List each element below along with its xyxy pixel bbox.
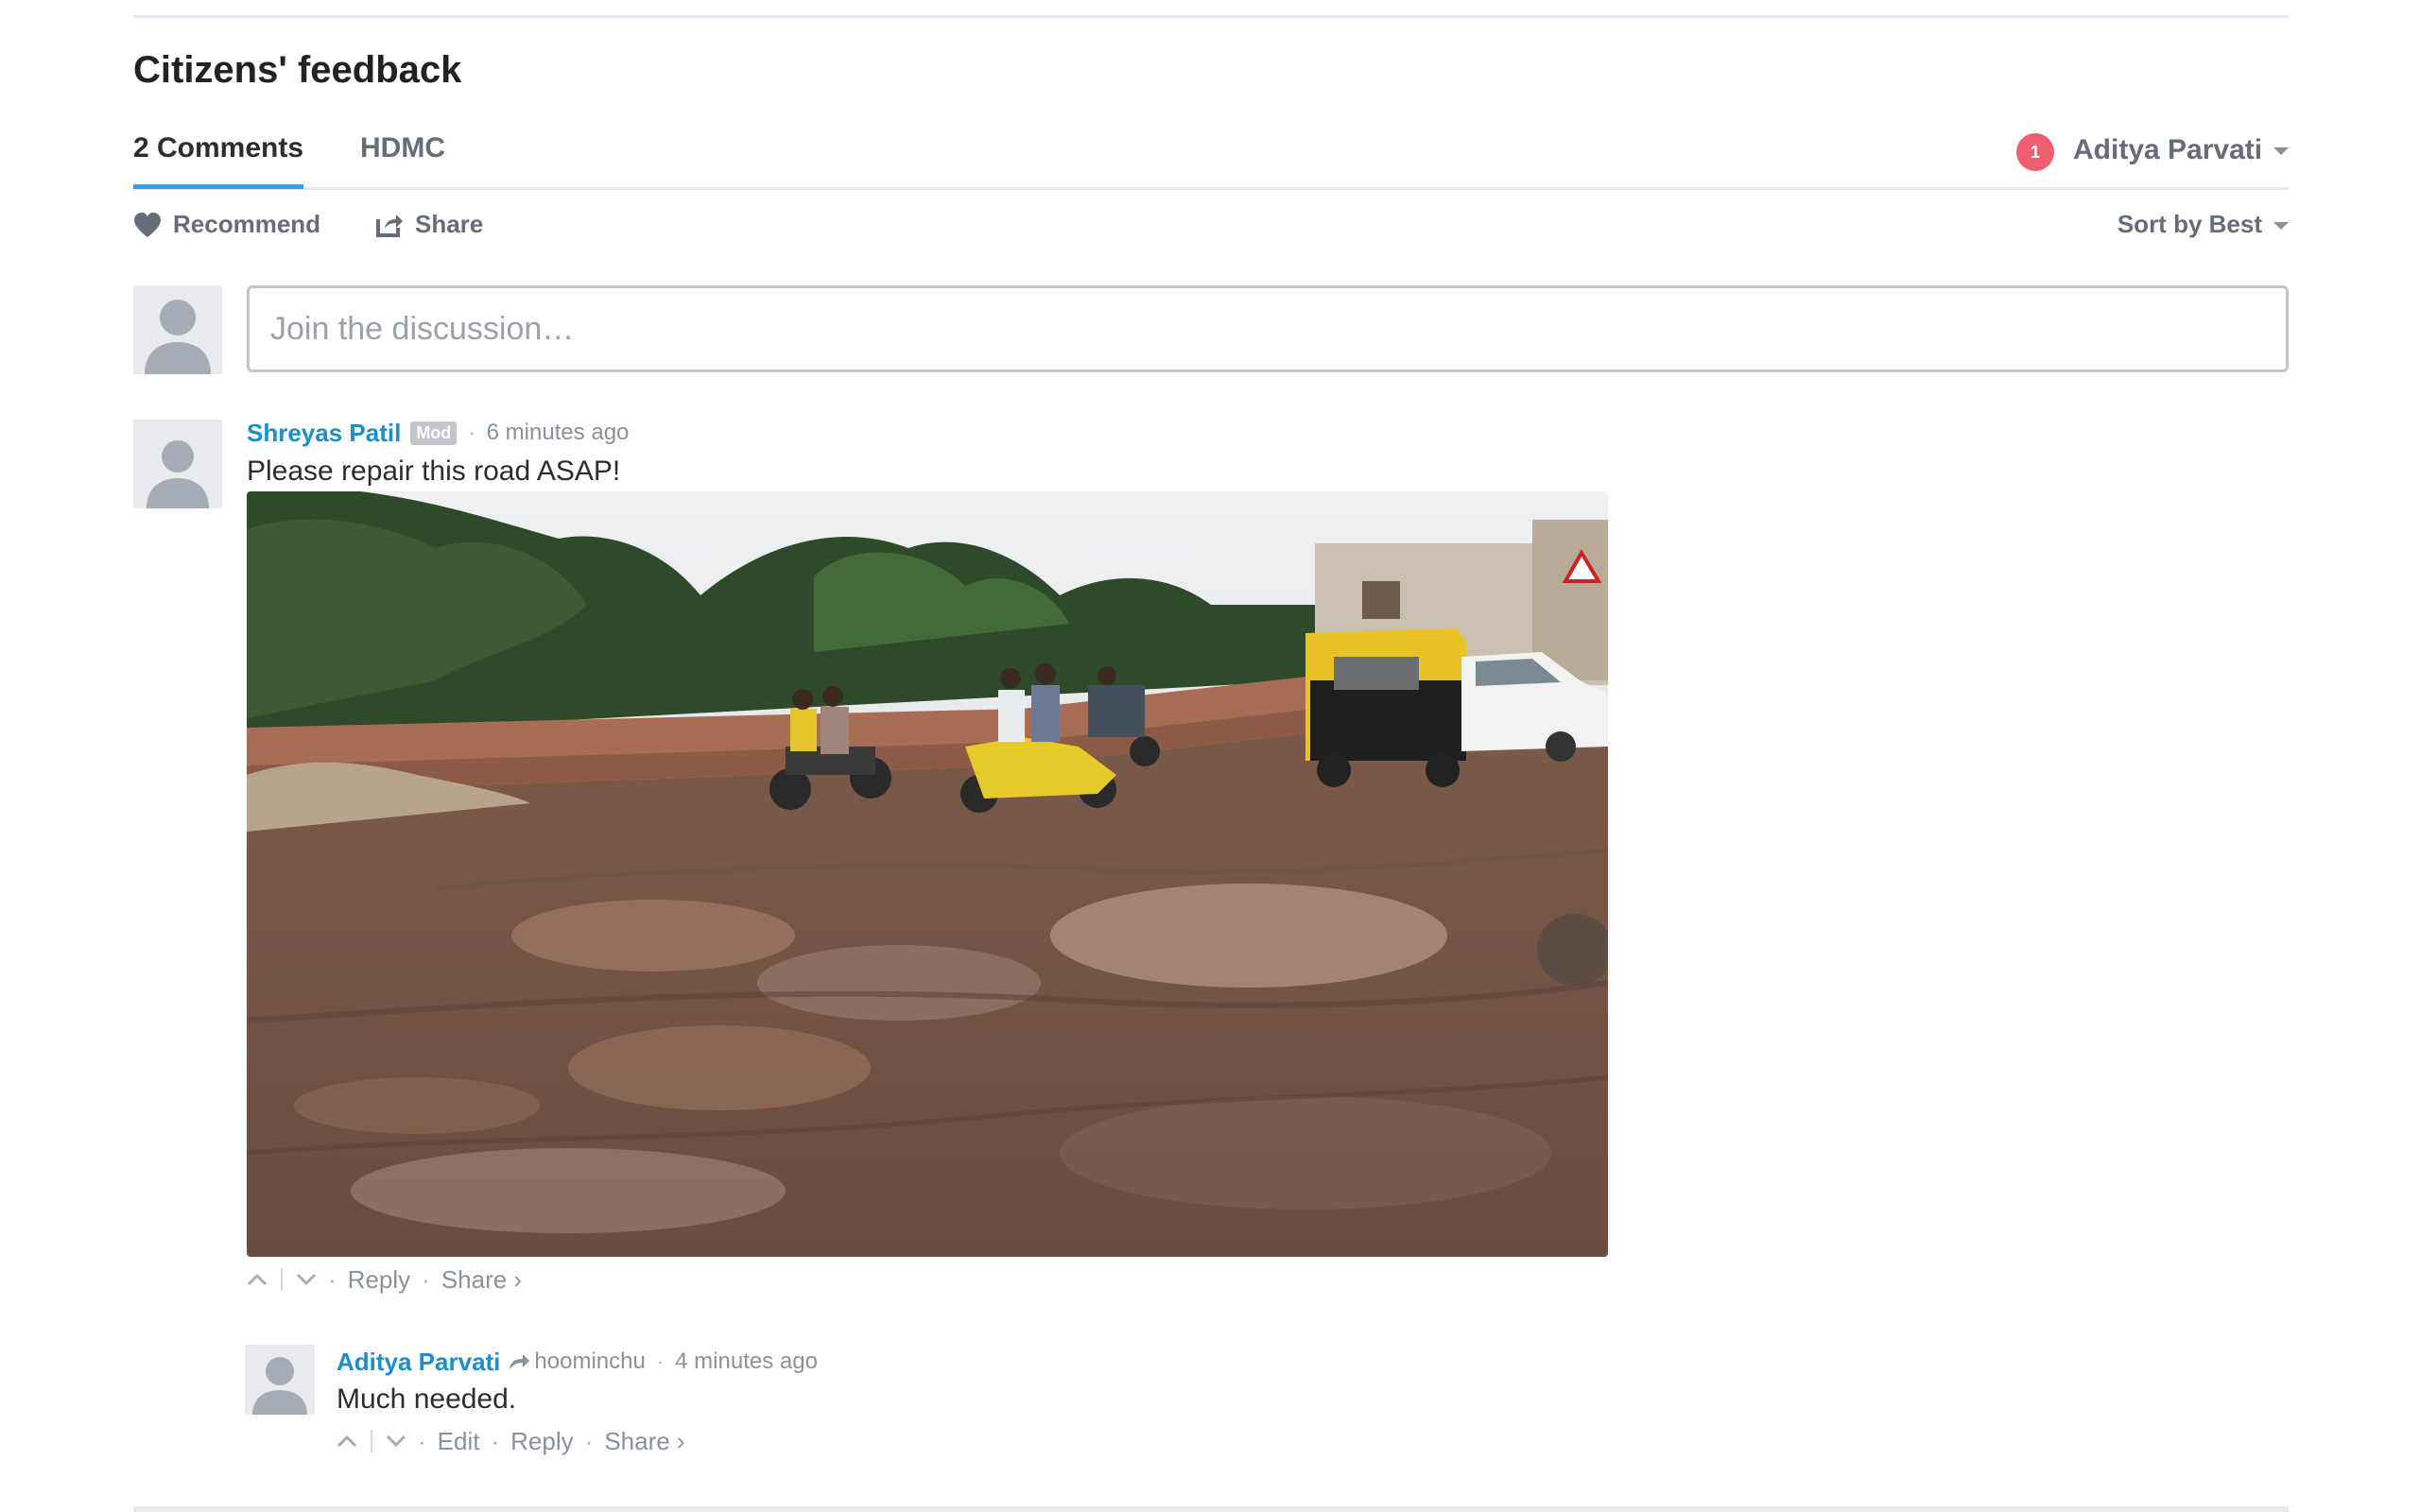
reply-footer: · Edit · Reply · Share › — [337, 1425, 685, 1457]
upvote-icon — [247, 1273, 268, 1286]
comment-image[interactable] — [247, 491, 1608, 1257]
separator-dot: · — [491, 1426, 500, 1455]
separator-dot: · — [418, 1426, 426, 1455]
comment-author[interactable]: Shreyas Patil — [247, 419, 401, 448]
user-menu[interactable]: Aditya Parvati — [2073, 134, 2290, 166]
vote-separator — [371, 1430, 372, 1452]
comment-text: Please repair this road ASAP! — [247, 455, 621, 487]
tab-comments[interactable]: 2 Comments — [133, 132, 303, 164]
active-tab-indicator — [133, 184, 303, 189]
road-photo — [247, 491, 1608, 1257]
notification-badge[interactable]: 1 — [2016, 133, 2054, 171]
action-bar: Recommend Share Sort by Best — [133, 210, 2289, 248]
sort-label: Sort by Best — [2117, 210, 2262, 238]
mod-badge: Mod — [410, 421, 458, 445]
reply-to-user: hoominchu — [534, 1349, 646, 1374]
bottom-divider — [133, 1506, 2289, 1512]
separator-dot: · — [422, 1264, 430, 1294]
avatar-placeholder-icon — [133, 420, 222, 508]
share-button[interactable]: Share — [375, 210, 483, 239]
comment-header: Shreyas Patil Mod · 6 minutes ago — [247, 418, 629, 448]
top-divider — [133, 15, 2289, 18]
heart-icon — [134, 212, 161, 237]
reply-author[interactable]: Aditya Parvati — [337, 1348, 500, 1377]
caret-down-icon — [2273, 147, 2290, 156]
reply-text: Much needed. — [337, 1383, 517, 1415]
upvote-button[interactable] — [337, 1435, 357, 1448]
recommend-label: Recommend — [173, 210, 321, 238]
sort-dropdown[interactable]: Sort by Best — [2118, 210, 2289, 239]
separator-dot: · — [584, 1426, 594, 1455]
section-title: Citizens' feedback — [133, 49, 462, 91]
reply-time[interactable]: 4 minutes ago — [675, 1349, 818, 1375]
edit-link[interactable]: Edit — [438, 1427, 480, 1456]
comment-time[interactable]: 6 minutes ago — [487, 420, 630, 446]
recommend-button[interactable]: Recommend — [133, 210, 320, 239]
upvote-button[interactable] — [247, 1273, 268, 1286]
tab-community[interactable]: HDMC — [360, 132, 445, 164]
share-label: Share — [415, 210, 484, 238]
downvote-button[interactable] — [386, 1435, 406, 1448]
downvote-icon — [296, 1273, 317, 1286]
user-name: Aditya Parvati — [2073, 134, 2263, 165]
reply-header: Aditya Parvati hoominchu · 4 minutes ago — [337, 1346, 818, 1378]
tabs-divider — [133, 187, 2289, 190]
avatar-placeholder-icon — [245, 1345, 315, 1415]
share-link[interactable]: Share › — [441, 1265, 522, 1295]
reply-link[interactable]: Reply — [348, 1265, 410, 1295]
reply-arrow-icon — [510, 1354, 530, 1369]
share-box-icon — [376, 214, 403, 237]
comment-footer: · Reply · Share › — [247, 1263, 522, 1296]
share-link[interactable]: Share › — [604, 1427, 684, 1456]
discussion-input[interactable] — [247, 285, 2289, 372]
avatar[interactable] — [133, 420, 222, 508]
vote-separator — [281, 1268, 283, 1291]
reply-link[interactable]: Reply — [510, 1427, 573, 1456]
caret-down-icon — [2273, 222, 2289, 231]
in-reply-to[interactable]: hoominchu — [508, 1349, 646, 1375]
avatar[interactable] — [245, 1345, 315, 1415]
avatar-placeholder-icon — [133, 285, 222, 374]
separator-dot: · — [468, 421, 475, 444]
avatar — [133, 285, 222, 374]
downvote-icon — [386, 1435, 406, 1448]
tab-bar: 2 Comments HDMC — [133, 132, 2289, 191]
separator-dot: · — [328, 1264, 337, 1294]
downvote-button[interactable] — [296, 1273, 317, 1286]
separator-dot: · — [656, 1349, 665, 1373]
upvote-icon — [337, 1435, 357, 1448]
